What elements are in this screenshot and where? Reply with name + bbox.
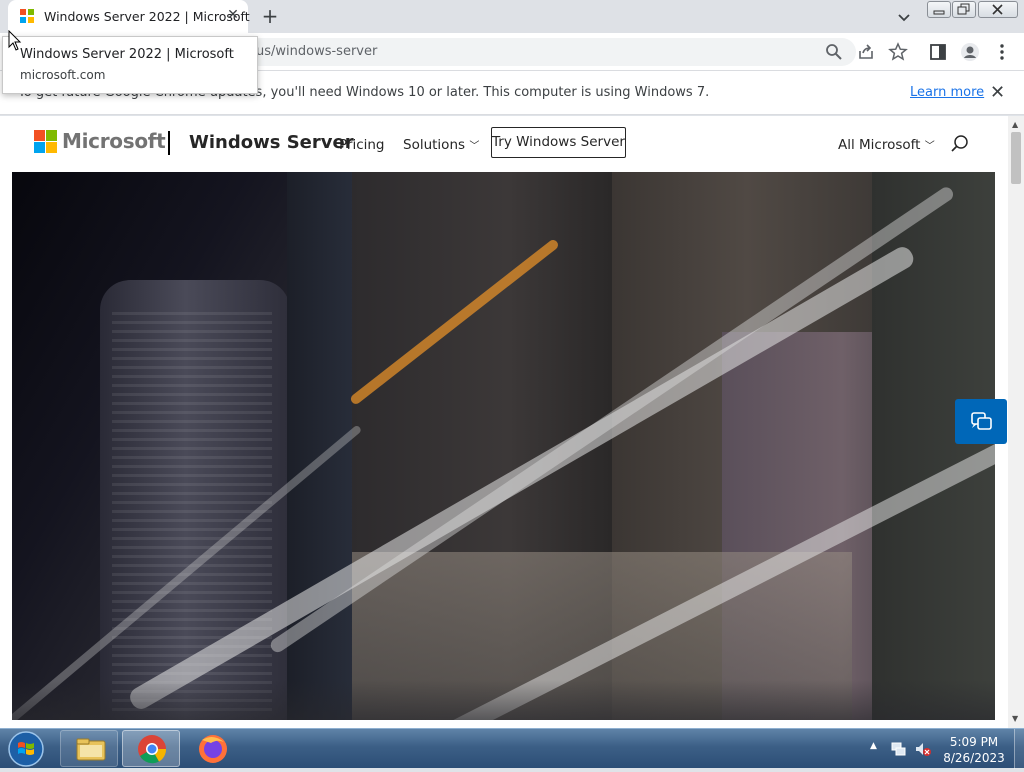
page-scrollbar[interactable]: ▲ ▼ bbox=[1008, 116, 1024, 728]
nav-all-microsoft[interactable]: All Microsoft ﹀ bbox=[838, 137, 935, 153]
web-page: Microsoft Windows Server Pricing Solutio… bbox=[0, 116, 1008, 728]
chat-button[interactable] bbox=[955, 399, 1007, 444]
chevron-down-icon: ﹀ bbox=[924, 141, 935, 152]
clock-time: 5:09 PM bbox=[949, 735, 999, 749]
sidepanel-icon[interactable] bbox=[928, 42, 948, 62]
try-windows-server-button[interactable]: Try Windows Server bbox=[491, 127, 626, 158]
microsoft-wordmark[interactable]: Microsoft bbox=[62, 129, 166, 153]
tab-hover-tooltip: Windows Server 2022 | Microsoft microsof… bbox=[2, 36, 258, 94]
scroll-up-icon[interactable]: ▲ bbox=[1012, 120, 1018, 129]
nav-pricing[interactable]: Pricing bbox=[339, 137, 385, 153]
nav-solutions-label: Solutions bbox=[403, 137, 466, 153]
tooltip-title: Windows Server 2022 | Microsoft bbox=[20, 47, 234, 62]
menu-icon[interactable] bbox=[992, 42, 1012, 62]
nav-solutions[interactable]: Solutions ﹀ bbox=[403, 137, 479, 153]
microsoft-favicon-icon bbox=[20, 9, 34, 23]
microsoft-logo-icon[interactable] bbox=[34, 130, 57, 153]
nav-all-microsoft-label: All Microsoft bbox=[838, 137, 921, 153]
close-window-button[interactable] bbox=[978, 1, 1018, 18]
scrollbar-thumb[interactable] bbox=[1011, 132, 1021, 184]
tooltip-domain: microsoft.com bbox=[20, 68, 106, 82]
windows-start-icon[interactable] bbox=[4, 730, 48, 768]
volume-muted-icon[interactable] bbox=[914, 740, 932, 762]
tray-arrow-icon[interactable]: ▲ bbox=[870, 741, 877, 751]
show-desktop-button[interactable] bbox=[1014, 729, 1024, 769]
explorer-icon[interactable] bbox=[60, 730, 118, 767]
chevron-down-icon: ﹀ bbox=[469, 141, 480, 152]
chat-icon bbox=[971, 412, 992, 430]
share-icon[interactable] bbox=[856, 42, 876, 62]
learn-more-link[interactable]: Learn more bbox=[910, 85, 984, 100]
chrome-icon[interactable] bbox=[122, 730, 180, 767]
tab-search-chevron-down-icon[interactable] bbox=[893, 6, 915, 28]
scroll-down-icon[interactable]: ▼ bbox=[1012, 714, 1018, 723]
new-tab-button[interactable]: + bbox=[258, 5, 282, 29]
browser-tab[interactable]: Windows Server 2022 | Microsoft ✕ bbox=[8, 0, 250, 33]
product-name[interactable]: Windows Server bbox=[189, 132, 354, 153]
tower-window-bands bbox=[112, 312, 272, 712]
profile-icon[interactable] bbox=[960, 42, 980, 62]
restore-button[interactable] bbox=[952, 1, 976, 18]
taskbar: ▲ 5:09 PM 8/26/2023 bbox=[0, 728, 1024, 769]
system-clock[interactable]: 5:09 PM 8/26/2023 bbox=[938, 734, 1010, 766]
search-icon[interactable] bbox=[824, 42, 844, 62]
mouse-cursor-icon bbox=[8, 29, 22, 56]
tab-strip: Windows Server 2022 | Microsoft ✕ + bbox=[0, 0, 1024, 33]
network-icon[interactable] bbox=[890, 740, 908, 762]
minimize-button[interactable] bbox=[927, 1, 951, 18]
tab-close-icon[interactable]: ✕ bbox=[224, 6, 242, 24]
star-icon[interactable] bbox=[888, 42, 908, 62]
url-text: us/windows-server bbox=[256, 44, 378, 59]
infobar-close-icon[interactable]: ✕ bbox=[990, 82, 1005, 103]
clock-date: 8/26/2023 bbox=[943, 751, 1005, 765]
hero-image bbox=[12, 172, 995, 720]
tab-title: Windows Server 2022 | Microsoft bbox=[44, 9, 250, 24]
site-header: Microsoft Windows Server Pricing Solutio… bbox=[0, 116, 1008, 172]
site-search-icon[interactable] bbox=[950, 134, 970, 154]
firefox-icon[interactable] bbox=[184, 730, 242, 767]
ground-shade bbox=[12, 680, 995, 720]
header-divider bbox=[168, 131, 170, 155]
